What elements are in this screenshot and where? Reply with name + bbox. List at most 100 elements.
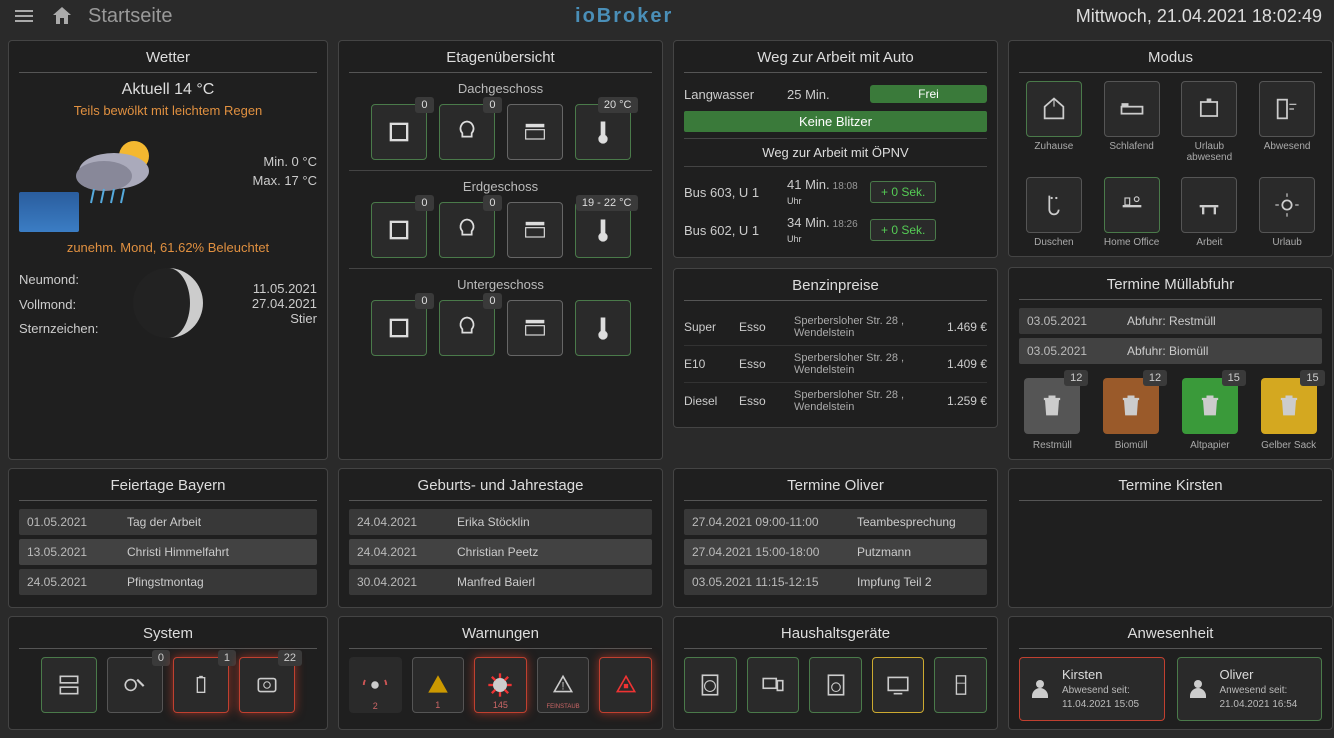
system-battery-tile[interactable]: 1	[173, 657, 229, 713]
weather-max: Max. 17 °C	[253, 171, 317, 191]
system-phone-tile[interactable]: 22	[239, 657, 295, 713]
trash-bin-gelber sack[interactable]: 15	[1261, 378, 1317, 434]
menu-icon[interactable]	[12, 4, 36, 28]
light-tile[interactable]: 0	[439, 202, 495, 258]
window-tile[interactable]: 0	[371, 104, 427, 160]
mode-tile-arbeit[interactable]	[1181, 177, 1237, 233]
system-server-tile[interactable]	[41, 657, 97, 713]
warn-corona-tile[interactable]: 145	[474, 657, 527, 713]
trash-bin-altpapier[interactable]: 15	[1182, 378, 1238, 434]
topbar: Startseite ioBroker Mittwoch, 21.04.2021…	[0, 0, 1334, 32]
dishwasher-tile[interactable]	[809, 657, 862, 713]
blind-tile[interactable]	[507, 202, 563, 258]
trash-bin-label: Biomüll	[1103, 440, 1159, 451]
system-title: System	[19, 625, 317, 649]
light-tile[interactable]: 0	[439, 300, 495, 356]
anwesen-title: Anwesenheit	[1019, 625, 1322, 649]
blind-tile[interactable]	[507, 104, 563, 160]
temp-tile[interactable]: 20 °C	[575, 104, 631, 160]
warnungen-title: Warnungen	[349, 625, 652, 649]
list-text: Christian Peetz	[457, 545, 644, 559]
floors-card: Etagenübersicht Dachgeschoss 0 0 20 °C E…	[338, 40, 663, 460]
presence-kirsten[interactable]: KirstenAbwesend seit:11.04.2021 15:05	[1019, 657, 1165, 721]
trash-bin-label: Altpapier	[1182, 440, 1238, 451]
mode-label: Duschen	[1019, 237, 1089, 248]
transit-delay: + 0 Sek.	[870, 219, 936, 241]
list-text: Teambesprechung	[857, 515, 979, 529]
transit-dur: 41 Min.18:08 Uhr	[787, 177, 862, 207]
warn-weather-tile[interactable]: 1	[412, 657, 465, 713]
list-text: Pfingstmontag	[127, 575, 309, 589]
anwesen-card: Anwesenheit KirstenAbwesend seit:11.04.2…	[1008, 616, 1333, 730]
list-text: Erika Stöcklin	[457, 515, 644, 529]
presence-time: 11.04.2021 15:05	[1062, 698, 1139, 712]
mode-label: Zuhause	[1019, 141, 1089, 152]
stern-value: Stier	[208, 311, 317, 326]
weather-desc: Teils bewölkt mit leichtem Regen	[19, 103, 317, 118]
mode-label: Arbeit	[1175, 237, 1245, 248]
svg-text:!: !	[562, 680, 565, 692]
tv-tile[interactable]	[872, 657, 925, 713]
temp-tile[interactable]: 19 - 22 °C	[575, 202, 631, 258]
fridge-tile[interactable]	[934, 657, 987, 713]
holidays-card: Feiertage Bayern 01.05.2021Tag der Arbei…	[8, 468, 328, 608]
moon-icon	[128, 263, 208, 343]
fuel-addr: Sperbersloher Str. 28 , Wendelstein	[794, 352, 932, 376]
temp-tile[interactable]	[575, 300, 631, 356]
light-tile[interactable]: 0	[439, 104, 495, 160]
fuel-station: Esso	[739, 394, 794, 408]
commute-dur: 25 Min.	[787, 87, 862, 102]
fuel-price: 1.259 €	[932, 394, 987, 408]
devices-tile[interactable]	[747, 657, 800, 713]
trash-bin-restmüll[interactable]: 12	[1024, 378, 1080, 434]
fuel-addr: Sperbersloher Str. 28 , Wendelstein	[794, 315, 932, 339]
fuel-price: 1.409 €	[932, 357, 987, 371]
fuel-type: Diesel	[684, 394, 739, 408]
trash-text: Abfuhr: Restmüll	[1127, 314, 1314, 328]
mode-tile-urlaub-abwesend[interactable]	[1181, 81, 1237, 137]
warn-radar-tile[interactable]: 2	[349, 657, 402, 713]
system-network-tile[interactable]: 0	[107, 657, 163, 713]
presence-time: 21.04.2021 16:54	[1220, 698, 1298, 712]
blind-tile[interactable]	[507, 300, 563, 356]
list-text: Putzmann	[857, 545, 979, 559]
warn-feinstaub-tile[interactable]: !FEINSTAUB	[537, 657, 590, 713]
neumond-label: Neumond:	[19, 270, 79, 291]
weather-minmax: Min. 0 °C Max. 17 °C	[253, 152, 317, 191]
floors-title: Etagenübersicht	[349, 49, 652, 73]
logo: ioBroker	[575, 5, 673, 28]
trash-date: 03.05.2021	[1027, 344, 1127, 358]
holidays-title: Feiertage Bayern	[19, 477, 317, 501]
benzin-title: Benzinpreise	[684, 277, 987, 301]
floor-name: Erdgeschoss	[349, 179, 652, 194]
list-date: 01.05.2021	[27, 515, 127, 529]
commute-title2: Weg zur Arbeit mit ÖPNV	[684, 138, 987, 167]
window-tile[interactable]: 0	[371, 202, 427, 258]
trash-title: Termine Müllabfuhr	[1019, 276, 1322, 300]
mode-tile-urlaub[interactable]	[1259, 177, 1315, 233]
mode-tile-schlafend[interactable]	[1104, 81, 1160, 137]
mode-tile-zuhause[interactable]	[1026, 81, 1082, 137]
warn-hand-tile[interactable]	[599, 657, 652, 713]
trash-bin-biomüll[interactable]: 12	[1103, 378, 1159, 434]
weather-card: Wetter Aktuell 14 °C Teils bewölkt mit l…	[8, 40, 328, 460]
weather-min: Min. 0 °C	[253, 152, 317, 172]
birthdays-card: Geburts- und Jahrestage 24.04.2021Erika …	[338, 468, 663, 608]
neumond-date: 11.05.2021	[208, 281, 317, 296]
fuel-price: 1.469 €	[932, 320, 987, 334]
mode-tile-home-office[interactable]	[1104, 177, 1160, 233]
list-date: 24.05.2021	[27, 575, 127, 589]
haushalt-title: Haushaltsgeräte	[684, 625, 987, 649]
window-tile[interactable]: 0	[371, 300, 427, 356]
mode-tile-abwesend[interactable]	[1259, 81, 1315, 137]
home-icon[interactable]	[50, 4, 74, 28]
list-text: Manfred Baierl	[457, 575, 644, 589]
presence-oliver[interactable]: OliverAnwesend seit:21.04.2021 16:54	[1177, 657, 1323, 721]
washer-tile[interactable]	[684, 657, 737, 713]
mode-tile-duschen[interactable]	[1026, 177, 1082, 233]
commute-dest: Langwasser	[684, 87, 779, 102]
trash-date: 03.05.2021	[1027, 314, 1127, 328]
list-date: 13.05.2021	[27, 545, 127, 559]
weather-icon	[59, 126, 179, 216]
list-date: 27.04.2021 15:00-18:00	[692, 545, 857, 559]
